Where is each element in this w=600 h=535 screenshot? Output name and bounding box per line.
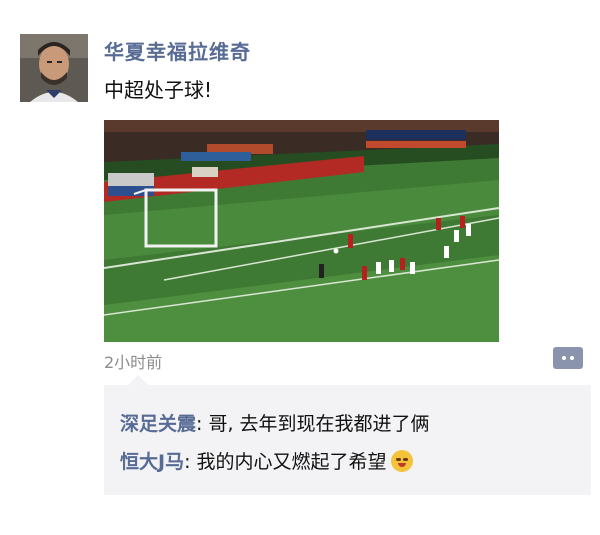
moments-post: 华夏幸福拉维奇 中超处子球! 2小时前 深足关震: 哥, 去年到现在我都进了俩 … (0, 0, 600, 535)
comment-more-button[interactable] (553, 347, 583, 369)
comment-separator: : (184, 451, 197, 473)
comment-item[interactable]: 恒大J马: 我的内心又燃起了希望 (120, 447, 413, 474)
post-timestamp: 2小时前 (104, 353, 163, 372)
comment-item[interactable]: 深足关震: 哥, 去年到现在我都进了俩 (120, 409, 430, 436)
commenter-name[interactable]: 恒大J马 (120, 451, 184, 473)
avatar[interactable] (20, 34, 88, 102)
more-dot-icon (570, 356, 574, 360)
comment-text: 哥, 去年到现在我都进了俩 (208, 413, 430, 435)
comment-separator: : (196, 413, 209, 435)
comments-box: 深足关震: 哥, 去年到现在我都进了俩 恒大J马: 我的内心又燃起了希望 (104, 375, 591, 495)
author-name[interactable]: 华夏幸福拉维奇 (104, 36, 251, 65)
commenter-name[interactable]: 深足关震 (120, 413, 196, 435)
heart-eyes-icon (390, 450, 413, 472)
comment-text: 我的内心又燃起了希望 (196, 451, 387, 473)
post-text: 中超处子球! (104, 78, 213, 102)
more-dot-icon (562, 356, 566, 360)
post-image[interactable] (104, 120, 499, 342)
